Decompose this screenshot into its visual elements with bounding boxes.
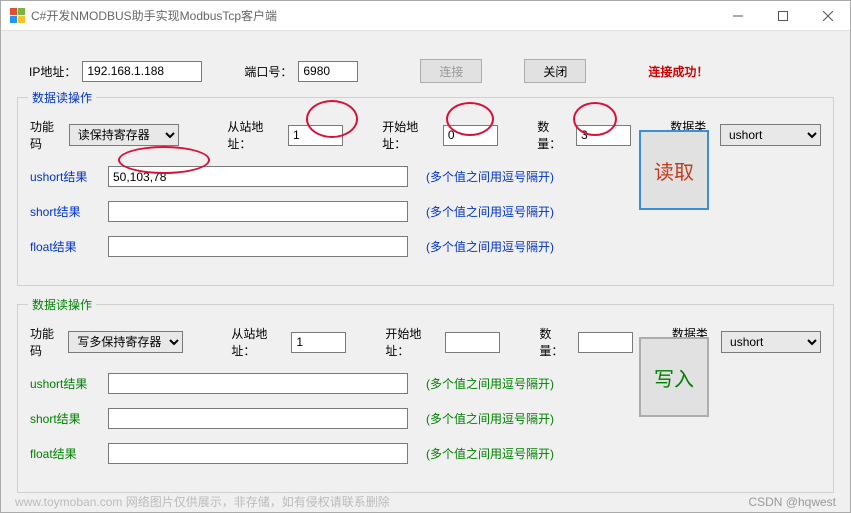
port-label: 端口号： [244, 63, 292, 80]
read-ushort-input[interactable] [108, 166, 408, 187]
titlebar: C#开发NMODBUS助手实现ModbusTcp客户端 [1, 1, 850, 31]
write-ushort-input[interactable] [108, 373, 408, 394]
read-float-label: float结果 [30, 238, 108, 255]
footer-right: CSDN @hqwest [748, 495, 836, 509]
write-count-input[interactable] [578, 332, 633, 353]
read-func-select[interactable]: 读保持寄存器 [69, 124, 179, 146]
write-start-input[interactable] [445, 332, 500, 353]
read-slave-input[interactable] [288, 125, 343, 146]
write-start-label: 开始地址： [385, 325, 439, 359]
connection-row: IP地址： 端口号： 连接 关闭 连接成功！ [29, 59, 834, 83]
read-ushort-hint: (多个值之间用逗号隔开) [426, 168, 554, 185]
write-count-label: 数量： [539, 325, 571, 359]
write-type-select[interactable]: ushort [721, 331, 821, 353]
read-slave-label: 从站地址： [227, 118, 282, 152]
write-float-label: float结果 [30, 445, 108, 462]
read-button[interactable]: 读取 [639, 130, 709, 210]
read-short-hint: (多个值之间用逗号隔开) [426, 203, 554, 220]
read-count-label: 数量： [537, 118, 570, 152]
footer: www.toymoban.com 网络图片仅供展示，非存储，如有侵权请联系删除 … [1, 493, 850, 510]
read-start-input[interactable] [443, 125, 498, 146]
write-slave-label: 从站地址： [231, 325, 285, 359]
write-ushort-hint: (多个值之间用逗号隔开) [426, 375, 554, 392]
read-start-label: 开始地址： [382, 118, 437, 152]
read-float-hint: (多个值之间用逗号隔开) [426, 238, 554, 255]
write-short-label: short结果 [30, 410, 108, 427]
write-func-label: 功能码 [30, 325, 62, 359]
close-button[interactable] [805, 1, 850, 30]
read-short-input[interactable] [108, 201, 408, 222]
write-float-hint: (多个值之间用逗号隔开) [426, 445, 554, 462]
read-float-row: float结果 (多个值之间用逗号隔开) [30, 236, 821, 257]
ip-input[interactable] [82, 61, 202, 82]
write-float-input[interactable] [108, 443, 408, 464]
read-float-input[interactable] [108, 236, 408, 257]
connect-button[interactable]: 连接 [420, 59, 482, 83]
ip-label: IP地址： [29, 63, 76, 80]
connection-status: 连接成功！ [648, 63, 708, 80]
minimize-button[interactable] [715, 1, 760, 30]
read-count-input[interactable] [576, 125, 631, 146]
write-short-hint: (多个值之间用逗号隔开) [426, 410, 554, 427]
read-short-label: short结果 [30, 203, 108, 220]
write-float-row: float结果 (多个值之间用逗号隔开) [30, 443, 821, 464]
write-short-input[interactable] [108, 408, 408, 429]
write-ushort-label: ushort结果 [30, 375, 108, 392]
read-ushort-label: ushort结果 [30, 168, 108, 185]
write-slave-input[interactable] [291, 332, 346, 353]
window-controls [715, 1, 850, 30]
read-func-label: 功能码 [30, 118, 63, 152]
disconnect-button[interactable]: 关闭 [524, 59, 586, 83]
read-group-title: 数据读操作 [28, 89, 96, 106]
write-func-select[interactable]: 写多保持寄存器 [68, 331, 183, 353]
app-window: C#开发NMODBUS助手实现ModbusTcp客户端 IP地址： 端口号： 连… [0, 0, 851, 513]
port-input[interactable] [298, 61, 358, 82]
client-area: IP地址： 端口号： 连接 关闭 连接成功！ 数据读操作 功能码 读保持寄存器 … [1, 31, 850, 512]
write-group: 数据读操作 功能码 写多保持寄存器 从站地址： 开始地址： 数量： 数据类型 u… [17, 304, 834, 493]
read-group: 数据读操作 功能码 读保持寄存器 从站地址： 开始地址： 数量： 数据类型 us… [17, 97, 834, 286]
maximize-button[interactable] [760, 1, 805, 30]
write-button[interactable]: 写入 [639, 337, 709, 417]
window-title: C#开发NMODBUS助手实现ModbusTcp客户端 [31, 7, 277, 24]
app-icon [9, 8, 25, 24]
footer-left: www.toymoban.com 网络图片仅供展示，非存储，如有侵权请联系删除 [15, 493, 390, 510]
write-group-title: 数据读操作 [28, 296, 96, 313]
read-type-select[interactable]: ushort [720, 124, 821, 146]
